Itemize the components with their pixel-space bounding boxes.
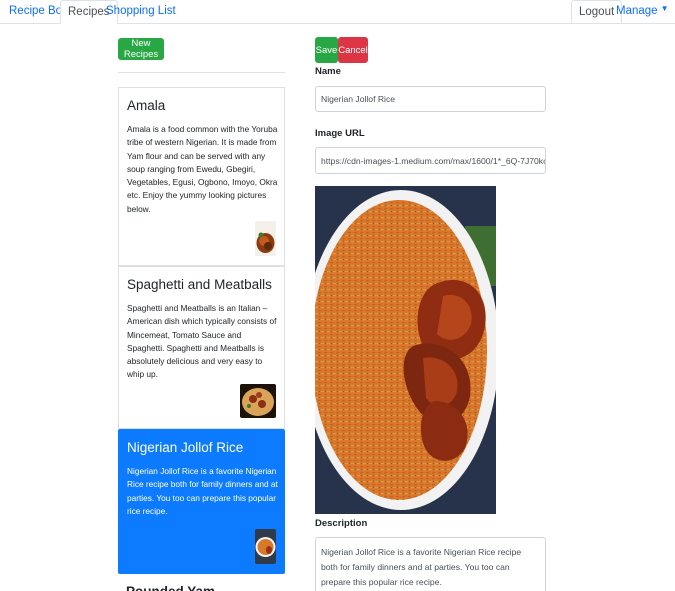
recipe-item-nigerian-jollof-rice[interactable]: Nigerian Jollof Rice Nigerian Jollof Ric… — [118, 429, 285, 574]
recipe-description: Nigerian Jollof Rice is a favorite Niger… — [127, 466, 278, 516]
recipe-title: Amala — [127, 98, 166, 113]
description-textarea[interactable]: Nigerian Jollof Rice is a favorite Niger… — [315, 537, 546, 591]
recipe-thumbnail — [240, 384, 276, 418]
image-url-label: Image URL — [315, 128, 365, 139]
recipe-description: Spaghetti and Meatballs is an Italian – … — [127, 303, 277, 380]
recipe-item-amala[interactable]: Amala Amala is a food common with the Yo… — [118, 87, 285, 266]
recipe-title: Nigerian Jollof Rice — [127, 440, 244, 455]
recipe-item-pounded-yam[interactable]: Pounded Yam — [118, 574, 285, 591]
description-label: Description — [315, 518, 368, 529]
cancel-button[interactable]: Cancel — [338, 37, 368, 63]
recipe-thumbnail — [255, 221, 276, 256]
tab-shopping-list[interactable]: Shopping List — [99, 0, 183, 24]
manage-dropdown[interactable]: Manage ▼ — [610, 0, 668, 24]
top-navigation: Recipe Book Recipes Shopping List Logout… — [0, 0, 675, 24]
recipe-title: Spaghetti and Meatballs — [127, 277, 272, 292]
recipe-item-spaghetti-and-meatballs[interactable]: Spaghetti and Meatballs Spaghetti and Me… — [118, 266, 285, 429]
recipe-thumbnail — [255, 529, 276, 564]
recipe-image-preview — [315, 186, 496, 514]
name-label: Name — [315, 66, 341, 77]
list-divider — [118, 72, 285, 73]
new-recipe-button[interactable]: New Recipes — [118, 38, 164, 60]
manage-label: Manage — [616, 5, 658, 17]
save-button[interactable]: Save — [315, 37, 338, 63]
image-url-input[interactable]: https://cdn-images-1.medium.com/max/1600… — [315, 147, 546, 174]
caret-down-icon: ▼ — [660, 4, 669, 13]
recipe-description: Amala is a food common with the Yoruba t… — [127, 124, 278, 214]
name-input[interactable]: Nigerian Jollof Rice — [315, 86, 546, 112]
recipe-title: Pounded Yam — [126, 583, 277, 591]
